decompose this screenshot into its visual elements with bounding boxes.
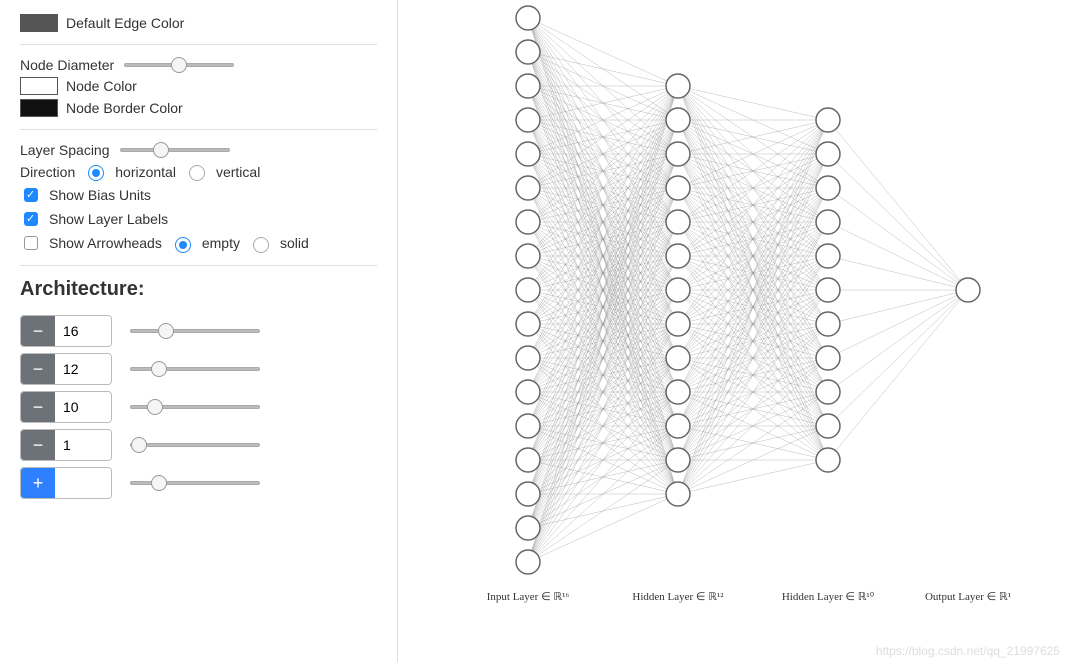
arrowhead-empty-option: empty bbox=[202, 235, 240, 251]
layer-size-input[interactable] bbox=[55, 392, 111, 422]
show-bias-label: Show Bias Units bbox=[49, 187, 151, 203]
remove-layer-button[interactable]: − bbox=[21, 354, 55, 384]
svg-text:Input Layer ∈ ℝ¹⁶: Input Layer ∈ ℝ¹⁶ bbox=[487, 591, 570, 603]
node-color-swatch[interactable] bbox=[20, 77, 58, 95]
show-arrowheads-row: Show Arrowheads empty solid bbox=[20, 233, 377, 253]
layer-size-input[interactable] bbox=[55, 316, 111, 346]
show-layer-labels-checkbox[interactable] bbox=[24, 212, 38, 226]
minus-icon: − bbox=[33, 397, 44, 418]
layer-size-input[interactable] bbox=[55, 430, 111, 460]
architecture-heading: Architecture: bbox=[20, 278, 377, 301]
node-diameter-slider[interactable] bbox=[124, 63, 234, 67]
arrowhead-empty-radio[interactable] bbox=[175, 237, 191, 253]
controls-sidebar: Default Edge Color Node Diameter Node Co… bbox=[0, 0, 398, 662]
plus-icon: + bbox=[33, 473, 44, 494]
remove-layer-button[interactable]: − bbox=[21, 430, 55, 460]
layer-size-slider[interactable] bbox=[130, 329, 260, 333]
layer-spacing-row: Layer Spacing bbox=[20, 142, 377, 158]
watermark: https://blog.csdn.net/qq_21997625 bbox=[876, 644, 1060, 658]
edge-color-row: Default Edge Color bbox=[20, 14, 377, 32]
direction-label: Direction bbox=[20, 164, 75, 180]
arch-layer-row: − bbox=[20, 429, 377, 461]
arch-layer-row: − bbox=[20, 315, 377, 347]
layer-spacing-label: Layer Spacing bbox=[20, 142, 110, 158]
layer-size-slider[interactable] bbox=[130, 367, 260, 371]
edge-color-label: Default Edge Color bbox=[66, 15, 184, 31]
show-bias-row: Show Bias Units bbox=[20, 185, 377, 205]
minus-icon: − bbox=[33, 435, 44, 456]
new-layer-size-slider[interactable] bbox=[130, 481, 260, 485]
remove-layer-button[interactable]: − bbox=[21, 392, 55, 422]
edge-color-swatch[interactable] bbox=[20, 14, 58, 32]
show-arrowheads-label: Show Arrowheads bbox=[49, 235, 162, 251]
node-border-swatch[interactable] bbox=[20, 99, 58, 117]
direction-row: Direction horizontal vertical bbox=[20, 162, 377, 181]
show-layer-labels-row: Show Layer Labels bbox=[20, 209, 377, 229]
new-layer-size-input[interactable] bbox=[55, 468, 111, 498]
layer-size-input[interactable] bbox=[55, 354, 111, 384]
node-border-row: Node Border Color bbox=[20, 99, 377, 117]
divider bbox=[20, 44, 377, 45]
arch-layer-row: − bbox=[20, 391, 377, 423]
svg-text:Hidden Layer ∈ ℝ¹⁰: Hidden Layer ∈ ℝ¹⁰ bbox=[782, 591, 875, 603]
svg-text:Output Layer ∈ ℝ¹: Output Layer ∈ ℝ¹ bbox=[925, 591, 1011, 603]
show-layer-labels-label: Show Layer Labels bbox=[49, 211, 168, 227]
node-color-row: Node Color bbox=[20, 77, 377, 95]
arrowhead-solid-option: solid bbox=[280, 235, 309, 251]
divider bbox=[20, 129, 377, 130]
node-diameter-row: Node Diameter bbox=[20, 57, 377, 73]
svg-text:Hidden Layer ∈ ℝ¹²: Hidden Layer ∈ ℝ¹² bbox=[632, 591, 724, 603]
divider bbox=[20, 265, 377, 266]
layer-size-slider[interactable] bbox=[130, 443, 260, 447]
direction-vertical-option: vertical bbox=[216, 164, 260, 180]
layer-spacing-slider[interactable] bbox=[120, 148, 230, 152]
node-border-label: Node Border Color bbox=[66, 100, 183, 116]
add-layer-button[interactable]: + bbox=[21, 468, 55, 498]
direction-vertical-radio[interactable] bbox=[189, 165, 205, 181]
direction-horizontal-option: horizontal bbox=[115, 164, 176, 180]
layer-size-slider[interactable] bbox=[130, 405, 260, 409]
direction-horizontal-radio[interactable] bbox=[88, 165, 104, 181]
node-diameter-label: Node Diameter bbox=[20, 57, 114, 73]
minus-icon: − bbox=[33, 321, 44, 342]
app: Default Edge Color Node Diameter Node Co… bbox=[0, 0, 1072, 662]
show-arrowheads-checkbox[interactable] bbox=[24, 236, 38, 250]
arrowhead-solid-radio[interactable] bbox=[253, 237, 269, 253]
show-bias-checkbox[interactable] bbox=[24, 188, 38, 202]
arch-add-row: + bbox=[20, 467, 377, 499]
remove-layer-button[interactable]: − bbox=[21, 316, 55, 346]
minus-icon: − bbox=[33, 359, 44, 380]
network-canvas-container: Input Layer ∈ ℝ¹⁶ Hidden Layer ∈ ℝ¹² Hidde… bbox=[398, 0, 1072, 662]
network-diagram: Input Layer ∈ ℝ¹⁶ Hidden Layer ∈ ℝ¹² Hidde… bbox=[398, 0, 1072, 612]
arch-layer-row: − bbox=[20, 353, 377, 385]
node-color-label: Node Color bbox=[66, 78, 137, 94]
